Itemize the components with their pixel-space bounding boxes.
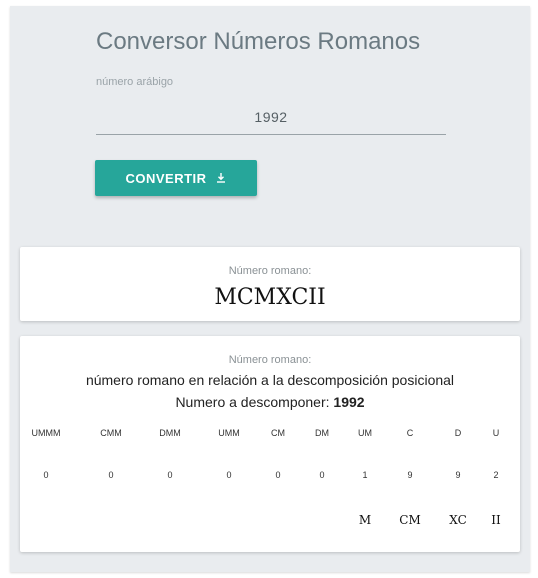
column-digit: 9 <box>455 470 461 480</box>
column-header: DM <box>315 428 329 438</box>
column-digit: 0 <box>319 470 325 480</box>
column-digit: 9 <box>407 470 413 480</box>
roman-result: MCMXCII <box>214 285 326 310</box>
column-header: CMM <box>100 428 122 438</box>
column-digit: 2 <box>493 470 499 480</box>
column-header: UMMM <box>31 428 61 438</box>
column-header: C <box>406 428 414 438</box>
column-header: UM <box>358 428 372 438</box>
number-to-decompose-value: 1992 <box>333 394 365 410</box>
column-digit: 0 <box>108 470 114 480</box>
column-digit: 0 <box>226 470 232 480</box>
breakdown-card: Número romano: número romano en relación… <box>20 336 520 552</box>
result-label: Número romano: <box>228 265 312 277</box>
download-icon <box>215 172 227 184</box>
column-roman: II <box>491 513 501 527</box>
column-roman: M <box>358 513 372 527</box>
page-title: Conversor Números Romanos <box>96 28 421 55</box>
column-digit: 1 <box>362 470 368 480</box>
column-header: CM <box>271 428 285 438</box>
convert-button-label: CONVERTIR <box>125 170 207 186</box>
arabic-number-input[interactable] <box>96 100 446 135</box>
arabic-number-label: número arábigo <box>96 76 174 88</box>
column-digit: 0 <box>43 470 49 480</box>
column-roman: CM <box>399 513 421 527</box>
breakdown-label: Número romano: <box>228 354 312 366</box>
column-header: U <box>492 428 500 438</box>
column-header: DMM <box>159 428 181 438</box>
column-header: UMM <box>218 428 240 438</box>
number-to-decompose: Numero a descomponer: 1992 <box>20 394 520 410</box>
column-digit: 0 <box>275 470 281 480</box>
breakdown-description: número romano en relación a la descompos… <box>85 372 455 388</box>
column-header: D <box>454 428 462 438</box>
convert-button[interactable]: CONVERTIR <box>95 160 257 196</box>
result-card: Número romano: MCMXCII <box>20 247 520 321</box>
converter-panel: Conversor Números Romanos número arábigo… <box>10 6 530 572</box>
column-roman: XC <box>449 513 467 527</box>
number-to-decompose-prefix: Numero a descomponer: <box>175 394 334 410</box>
column-digit: 0 <box>167 470 173 480</box>
